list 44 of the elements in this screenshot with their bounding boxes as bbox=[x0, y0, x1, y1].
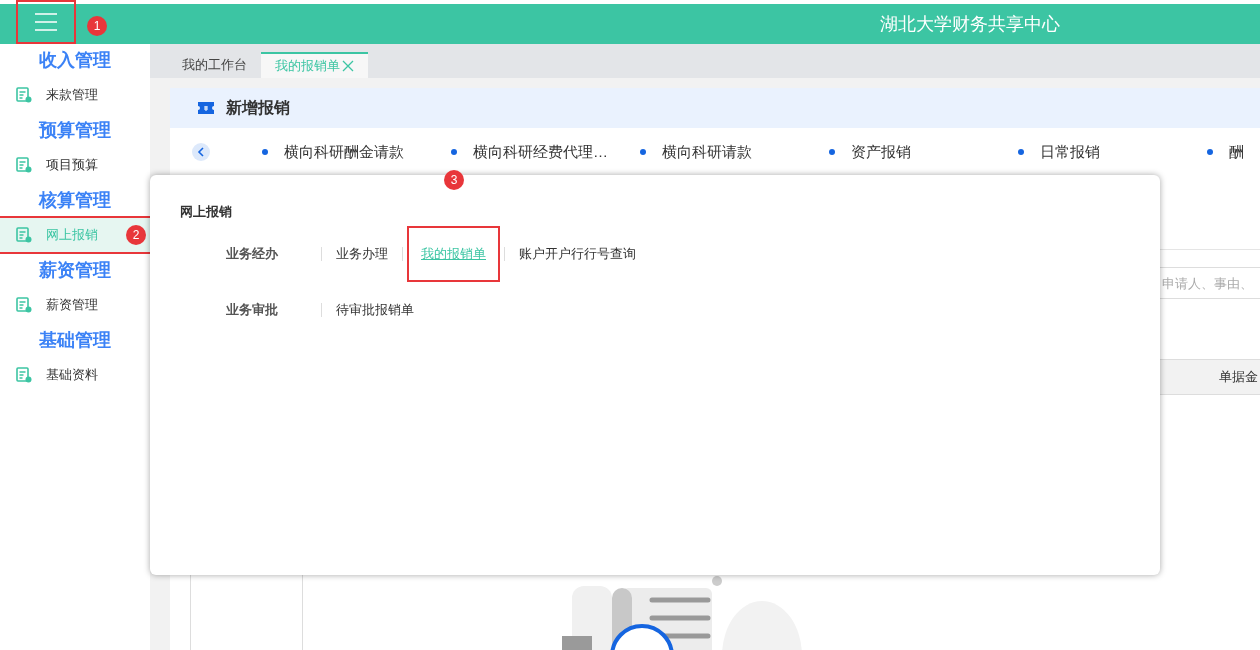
category-link[interactable]: 日常报销 bbox=[1018, 140, 1207, 164]
document-icon bbox=[16, 87, 32, 103]
document-icon bbox=[16, 297, 32, 313]
bullet-icon bbox=[1207, 149, 1213, 155]
category-link[interactable]: 横向科研请款 bbox=[640, 140, 829, 164]
sidebar-group-title: 收入管理 bbox=[39, 48, 111, 72]
section-title: 新增报销 bbox=[226, 98, 290, 118]
section-label: 业务经办 bbox=[226, 245, 279, 264]
sidebar-item[interactable]: 薪资管理 bbox=[0, 288, 150, 322]
menu-link[interactable]: 待审批报销单 bbox=[336, 300, 414, 320]
search-field[interactable]: 申请人、事由、 bbox=[1157, 267, 1260, 299]
sidebar-item[interactable]: 基础资料 bbox=[0, 358, 150, 392]
sidebar-group-title: 预算管理 bbox=[39, 118, 111, 142]
sidebar-item[interactable]: 来款管理 bbox=[0, 78, 150, 112]
section-label: 业务审批 bbox=[226, 301, 279, 320]
column-header: 单据金 bbox=[1219, 368, 1258, 387]
category-link[interactable]: 酬 bbox=[1207, 140, 1244, 164]
category-link[interactable]: 横向科研经费代理… bbox=[451, 140, 640, 164]
sidebar-group-title: 核算管理 bbox=[39, 188, 111, 212]
bullet-icon bbox=[262, 149, 268, 155]
tab[interactable]: 我的工作台 bbox=[168, 52, 261, 78]
document-icon bbox=[16, 367, 32, 383]
bullet-icon bbox=[1018, 149, 1024, 155]
sidebar-group-title: 薪资管理 bbox=[39, 258, 111, 282]
bullet-icon bbox=[451, 149, 457, 155]
bullet-icon bbox=[829, 149, 835, 155]
sidebar-item[interactable]: 项目预算 bbox=[0, 148, 150, 182]
category-link[interactable]: 横向科研酬金请款 bbox=[262, 140, 451, 164]
callout-badge: 1 bbox=[87, 16, 107, 36]
chevron-left-icon bbox=[197, 147, 205, 157]
menu-link[interactable]: 账户开户行行号查询 bbox=[519, 244, 636, 264]
scroll-left-button[interactable] bbox=[192, 143, 210, 161]
site-title: 湖北大学财务共享中心 bbox=[880, 12, 1060, 36]
menu-link[interactable]: 业务办理 bbox=[336, 244, 388, 264]
document-icon bbox=[16, 227, 32, 243]
callout-badge: 3 bbox=[444, 170, 464, 190]
category-link[interactable]: 资产报销 bbox=[829, 140, 1018, 164]
document-icon bbox=[16, 157, 32, 173]
ticket-icon bbox=[198, 102, 214, 114]
bullet-icon bbox=[640, 149, 646, 155]
menu-button[interactable] bbox=[16, 0, 76, 44]
sidebar-group-title: 基础管理 bbox=[39, 328, 111, 352]
menu-icon bbox=[35, 13, 57, 31]
panel-title: 网上报销 bbox=[180, 203, 232, 221]
